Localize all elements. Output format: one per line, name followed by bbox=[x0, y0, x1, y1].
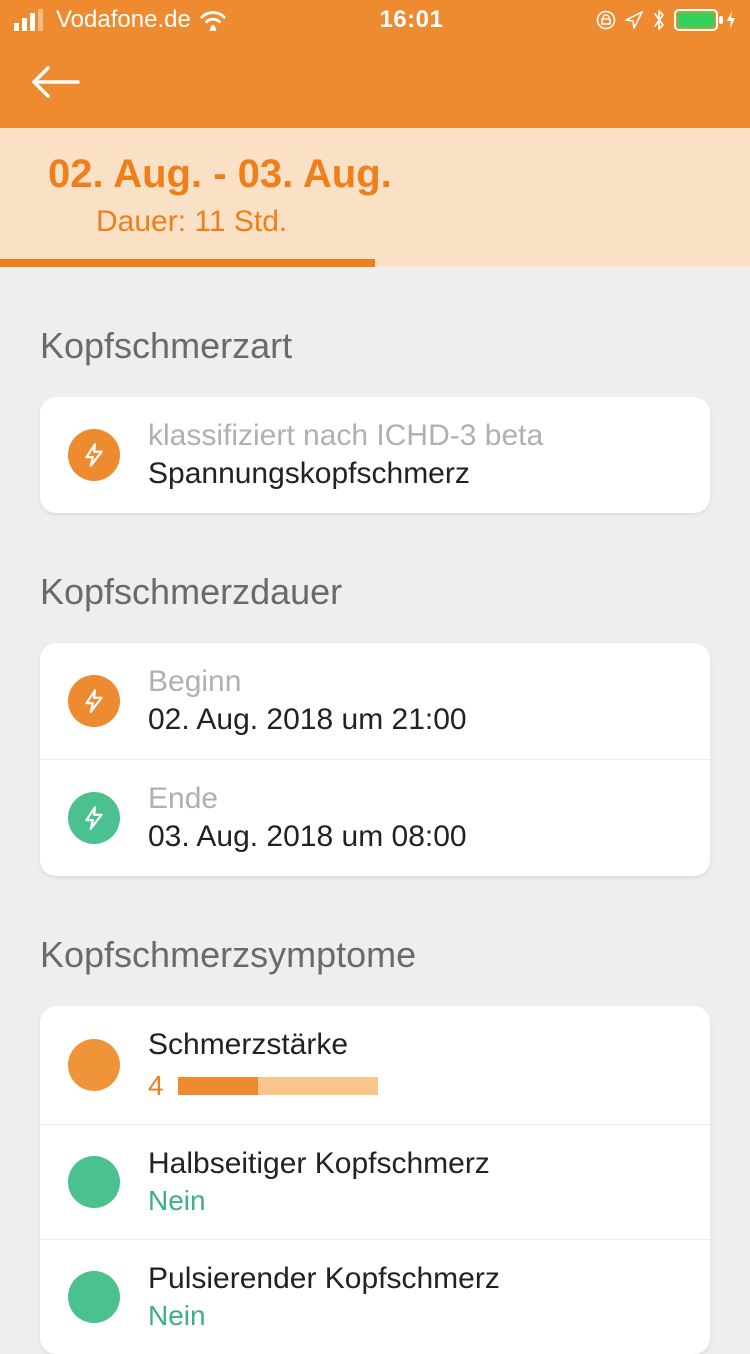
header-summary: 02. Aug. - 03. Aug. Dauer: 11 Std. bbox=[0, 128, 750, 267]
intensity-track bbox=[178, 1077, 378, 1095]
section-title-type: Kopfschmerzart bbox=[40, 325, 710, 367]
classification-caption: klassifiziert nach ICHD-3 beta bbox=[148, 419, 682, 453]
battery-icon bbox=[674, 9, 736, 31]
wifi-icon bbox=[199, 9, 227, 31]
end-value: 03. Aug. 2018 um 08:00 bbox=[148, 820, 682, 854]
progress-fill bbox=[0, 259, 375, 267]
card-headache-type: klassifiziert nach ICHD-3 beta Spannungs… bbox=[40, 397, 710, 513]
nav-bar bbox=[0, 40, 750, 128]
status-right bbox=[596, 9, 736, 31]
lightning-icon bbox=[68, 429, 120, 481]
row-text: Schmerzstärke 4 bbox=[148, 1028, 682, 1102]
orientation-lock-icon bbox=[596, 10, 616, 30]
lightning-icon bbox=[68, 675, 120, 727]
row-text: Ende 03. Aug. 2018 um 08:00 bbox=[148, 782, 682, 854]
pulsing-label: Pulsierender Kopfschmerz bbox=[148, 1262, 682, 1296]
end-label: Ende bbox=[148, 782, 682, 816]
row-text: Beginn 02. Aug. 2018 um 21:00 bbox=[148, 665, 682, 737]
row-pulsing[interactable]: Pulsierender Kopfschmerz Nein bbox=[40, 1239, 710, 1354]
status-left: Vodafone.de bbox=[14, 6, 227, 34]
carrier-label: Vodafone.de bbox=[56, 6, 191, 34]
row-one-sided[interactable]: Halbseitiger Kopfschmerz Nein bbox=[40, 1124, 710, 1239]
row-text: Pulsierender Kopfschmerz Nein bbox=[148, 1262, 682, 1332]
lightning-icon bbox=[68, 792, 120, 844]
one-sided-answer: Nein bbox=[148, 1185, 682, 1217]
header-duration: Dauer: 11 Std. bbox=[96, 205, 702, 239]
content: Kopfschmerzart klassifiziert nach ICHD-3… bbox=[0, 325, 750, 1354]
row-end[interactable]: Ende 03. Aug. 2018 um 08:00 bbox=[40, 759, 710, 876]
dot-icon bbox=[68, 1039, 120, 1091]
begin-label: Beginn bbox=[148, 665, 682, 699]
dot-icon bbox=[68, 1156, 120, 1208]
begin-value: 02. Aug. 2018 um 21:00 bbox=[148, 703, 682, 737]
pulsing-answer: Nein bbox=[148, 1300, 682, 1332]
row-begin[interactable]: Beginn 02. Aug. 2018 um 21:00 bbox=[40, 643, 710, 759]
row-text: klassifiziert nach ICHD-3 beta Spannungs… bbox=[148, 419, 682, 491]
row-intensity[interactable]: Schmerzstärke 4 bbox=[40, 1006, 710, 1124]
bluetooth-icon bbox=[652, 9, 666, 31]
one-sided-label: Halbseitiger Kopfschmerz bbox=[148, 1147, 682, 1181]
progress-track bbox=[0, 259, 750, 267]
intensity-fill bbox=[178, 1077, 258, 1095]
card-headache-duration: Beginn 02. Aug. 2018 um 21:00 Ende 03. A… bbox=[40, 643, 710, 876]
intensity-line: 4 bbox=[148, 1070, 682, 1102]
card-headache-symptoms: Schmerzstärke 4 Halbseitiger Kopfschmerz… bbox=[40, 1006, 710, 1354]
header-date-range: 02. Aug. - 03. Aug. bbox=[48, 152, 702, 197]
status-bar: Vodafone.de 16:01 bbox=[0, 0, 750, 40]
dot-icon bbox=[68, 1271, 120, 1323]
charging-icon bbox=[726, 10, 736, 30]
section-title-duration: Kopfschmerzdauer bbox=[40, 571, 710, 613]
classification-value: Spannungskopfschmerz bbox=[148, 457, 682, 491]
section-title-symptoms: Kopfschmerzsymptome bbox=[40, 934, 710, 976]
row-text: Halbseitiger Kopfschmerz Nein bbox=[148, 1147, 682, 1217]
intensity-label: Schmerzstärke bbox=[148, 1028, 682, 1062]
intensity-value: 4 bbox=[148, 1070, 164, 1102]
arrow-left-icon bbox=[30, 64, 80, 100]
status-time: 16:01 bbox=[379, 6, 443, 34]
back-button[interactable] bbox=[30, 64, 80, 105]
row-classification[interactable]: klassifiziert nach ICHD-3 beta Spannungs… bbox=[40, 397, 710, 513]
location-icon bbox=[624, 10, 644, 30]
signal-icon bbox=[14, 9, 48, 31]
